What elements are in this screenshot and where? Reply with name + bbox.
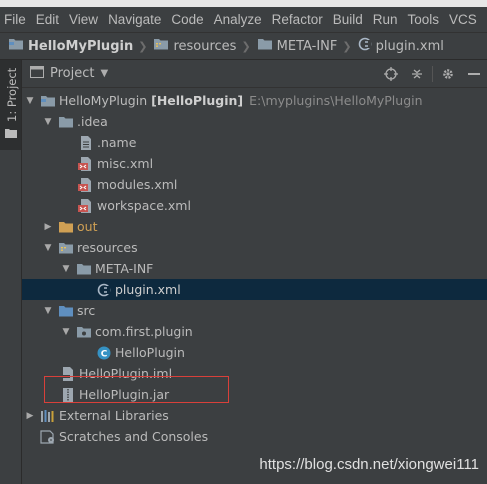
package-icon (76, 324, 92, 340)
menu-tools[interactable]: Tools (403, 12, 445, 27)
scratches-icon (40, 429, 56, 445)
expanded-arrow-icon: ▼ (62, 263, 70, 274)
folder-icon (58, 114, 74, 130)
excluded-folder-icon (58, 219, 74, 235)
tree-item-package[interactable]: ▼ com.first.plugin (22, 321, 487, 342)
menu-edit[interactable]: Edit (31, 12, 64, 27)
resources-folder-icon (58, 240, 74, 256)
view-selector[interactable]: Project ▼ (30, 65, 109, 82)
panel-toolbar (378, 60, 487, 88)
tree-item-external-libraries[interactable]: ▶ External Libraries (22, 405, 487, 426)
xml-file-icon (78, 177, 94, 193)
navigation-bar: HelloMyPlugin ❯ resources ❯ META-INF ❯ p… (0, 33, 487, 60)
tree-item-name-file[interactable]: .name (22, 132, 487, 153)
breadcrumb-separator-icon: ❯ (241, 39, 251, 53)
tree-item-modules-xml[interactable]: modules.xml (22, 174, 487, 195)
text-file-icon (78, 135, 94, 151)
tree-item-resources[interactable]: ▼ resources (22, 237, 487, 258)
project-tab-label: 1: Project (5, 67, 19, 122)
gear-icon[interactable] (435, 67, 461, 81)
tree-item-plugin-xml[interactable]: plugin.xml (22, 279, 487, 300)
project-panel-header: Project ▼ (22, 60, 487, 88)
library-icon (40, 408, 56, 424)
menu-analyze[interactable]: Analyze (209, 12, 267, 27)
folder-icon (76, 261, 92, 277)
expanded-arrow-icon: ▼ (44, 116, 52, 127)
menu-refactor[interactable]: Refactor (267, 12, 328, 27)
collapse-all-icon[interactable] (404, 67, 430, 81)
chevron-down-icon: ▼ (100, 68, 109, 79)
panel-window-icon (30, 65, 44, 82)
svg-text:C: C (101, 349, 108, 359)
source-folder-icon (58, 303, 74, 319)
project-folder-icon (40, 93, 56, 109)
breadcrumb-meta-inf[interactable]: META-INF (257, 37, 337, 55)
panel-title: Project (50, 66, 95, 81)
menu-build[interactable]: Build (328, 12, 368, 27)
tree-item-src[interactable]: ▼ src (22, 300, 487, 321)
menu-bar: File Edit View Navigate Code Analyze Ref… (0, 7, 487, 33)
menu-view[interactable]: View (64, 12, 103, 27)
breadcrumb-separator-icon: ❯ (342, 39, 352, 53)
left-tool-strip: 1: Project (0, 60, 22, 484)
tree-item-class[interactable]: C HelloPlugin (22, 342, 487, 363)
window-title-strip (0, 0, 487, 7)
resources-folder-icon (153, 37, 169, 55)
tree-item-workspace-xml[interactable]: workspace.xml (22, 195, 487, 216)
xml-file-icon (78, 156, 94, 172)
watermark: https://blog.csdn.net/xiongwei111 (259, 456, 479, 473)
plugin-file-icon (358, 37, 372, 55)
menu-code[interactable]: Code (166, 12, 208, 27)
folder-icon (5, 126, 17, 141)
collapsed-arrow-icon: ▶ (26, 410, 34, 421)
menu-navigate[interactable]: Navigate (103, 12, 166, 27)
tree-item-meta-inf[interactable]: ▼ META-INF (22, 258, 487, 279)
locate-icon[interactable] (378, 67, 404, 81)
expanded-arrow-icon: ▼ (26, 95, 34, 106)
toolbar-divider (432, 66, 433, 82)
tree-item-scratches[interactable]: Scratches and Consoles (22, 426, 487, 447)
breadcrumb-file[interactable]: plugin.xml (358, 37, 444, 55)
tree-item-root[interactable]: ▼ HelloMyPlugin [HelloPlugin] E:\myplugin… (22, 90, 487, 111)
expanded-arrow-icon: ▼ (44, 305, 52, 316)
class-icon: C (96, 345, 112, 361)
breadcrumb-separator-icon: ❯ (138, 39, 148, 53)
project-folder-icon (8, 37, 24, 55)
hide-panel-icon[interactable] (461, 72, 487, 76)
tree-item-idea[interactable]: ▼ .idea (22, 111, 487, 132)
folder-icon (257, 37, 273, 55)
breadcrumb-project[interactable]: HelloMyPlugin (8, 37, 133, 55)
collapsed-arrow-icon: ▶ (44, 221, 52, 232)
plugin-file-icon (96, 282, 112, 298)
breadcrumb-resources[interactable]: resources (153, 37, 236, 55)
expanded-arrow-icon: ▼ (62, 326, 70, 337)
highlight-box (44, 376, 229, 403)
project-tree: ▼ HelloMyPlugin [HelloPlugin] E:\myplugin… (22, 88, 487, 484)
menu-run[interactable]: Run (368, 12, 403, 27)
menu-vcs[interactable]: VCS (444, 12, 482, 27)
tree-item-out[interactable]: ▶ out (22, 216, 487, 237)
expanded-arrow-icon: ▼ (44, 242, 52, 253)
project-tool-tab[interactable]: 1: Project (0, 60, 21, 150)
menu-file[interactable]: File (0, 12, 31, 27)
tree-item-misc-xml[interactable]: misc.xml (22, 153, 487, 174)
xml-file-icon (78, 198, 94, 214)
